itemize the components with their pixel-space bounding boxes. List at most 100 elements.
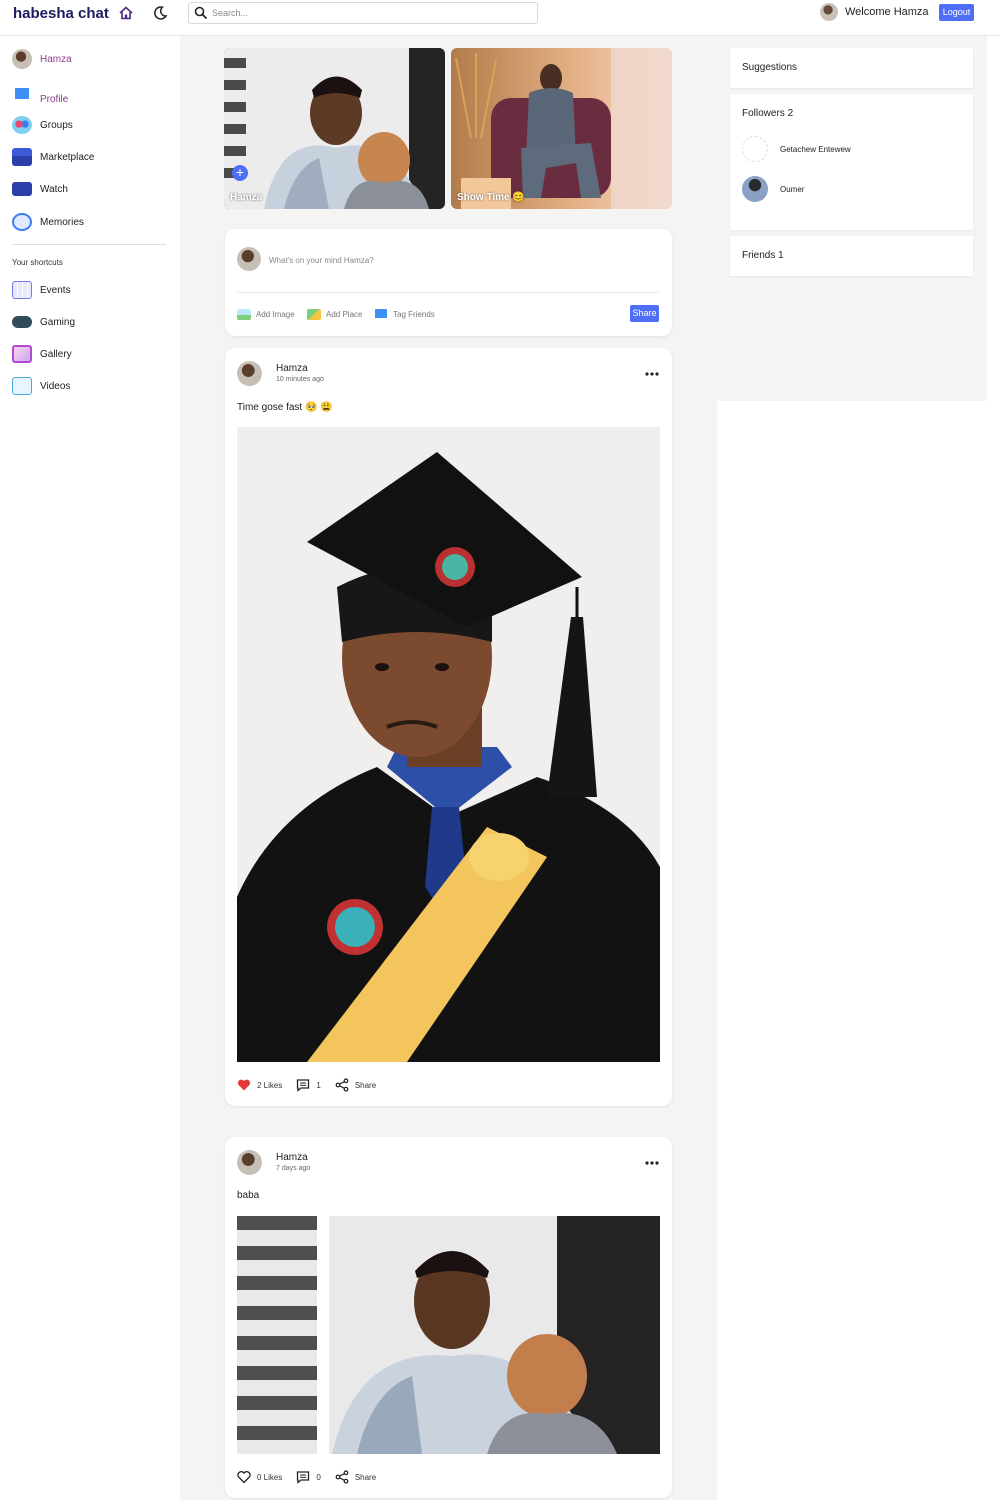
shortcut-label: Gaming [40,316,76,328]
follower-item[interactable]: Oumer [742,176,804,202]
sidebar-item-label: Groups [40,119,73,131]
story-show-time[interactable]: Show Time 😊 [451,48,672,209]
composer-avatar [237,247,261,271]
follower-name: Getachew Entewew [780,144,851,154]
followers-title: Followers 2 [742,108,794,119]
post-composer: Add Image Add Place Tag Friends Share [225,229,672,336]
suggestions-title: Suggestions [742,62,798,73]
comment-count: 1 [316,1080,321,1090]
sidebar-item-profile[interactable]: Profile [12,84,68,106]
selfie-photo [237,1216,660,1454]
followers-panel: Followers 2 Getachew Entewew Oumer [730,94,973,230]
post-avatar[interactable] [237,1150,262,1175]
tag-friends-icon [374,308,388,320]
comment-icon [297,1079,310,1092]
welcome-text: Welcome Hamza [845,6,929,18]
sidebar-item-label: Marketplace [40,151,95,163]
marketplace-icon [12,148,32,166]
story-name: Hamza [230,192,263,203]
share-post-button[interactable]: Share [335,1078,376,1092]
shortcut-gaming[interactable]: Gaming [12,311,75,333]
composer-divider [237,292,659,293]
follower-avatar [742,176,768,202]
search-input[interactable] [212,5,532,21]
story-name: Show Time 😊 [457,192,525,203]
share-post-button[interactable]: Share [335,1470,376,1484]
sidebar-item-groups[interactable]: Groups [12,114,73,136]
story-photo [224,48,445,209]
shortcut-label: Videos [40,380,71,392]
follower-name: Oumer [780,184,805,194]
sidebar-item-label: Watch [40,183,68,195]
follower-avatar [742,136,768,162]
post-card: Hamza 7 days ago baba 0 Likes 0 Share [225,1137,672,1498]
post-image[interactable] [237,427,660,1062]
post-author[interactable]: Hamza [276,363,308,374]
add-place-button[interactable]: Add Place [307,307,362,321]
shortcut-label: Gallery [40,348,72,360]
like-button[interactable]: 2 Likes [237,1078,282,1092]
comment-button[interactable]: 0 [296,1470,321,1484]
sidebar-item-label: Profile [40,93,69,105]
sidebar-item-label: Memories [40,216,84,228]
watch-icon [12,182,32,196]
friends-panel: Friends 1 [730,236,973,276]
shortcut-gallery[interactable]: Gallery [12,343,72,365]
post-text: Time gose fast 🥺 😩 [237,402,333,413]
comment-count: 0 [316,1472,321,1482]
profile-icon [12,86,32,104]
add-place-label: Add Place [326,309,363,319]
user-avatar-icon [12,49,32,69]
story-hamza[interactable]: + Hamza [224,48,445,209]
app-logo[interactable]: habesha chat [13,5,109,22]
add-story-button[interactable]: + [232,165,248,181]
more-options-icon[interactable] [645,1160,659,1166]
post-author[interactable]: Hamza [276,1152,308,1163]
share-button[interactable]: Share [630,305,659,322]
like-count: 0 Likes [257,1472,283,1482]
left-sidebar: Hamza Profile Groups Marketplace Watch M… [0,36,180,1500]
top-navbar: habesha chat Welcome Hamza Logout [0,0,1000,36]
tag-friends-label: Tag Friends [393,309,435,319]
sidebar-item-watch[interactable]: Watch [12,178,68,200]
add-image-button[interactable]: Add Image [237,307,295,321]
sidebar-divider [12,244,166,245]
shortcut-events[interactable]: Events [12,279,71,301]
videos-icon [12,377,32,395]
post-time: 7 days ago [276,1165,311,1172]
composer-input[interactable] [269,252,649,268]
search-box [188,2,538,24]
home-icon[interactable] [118,5,134,21]
tag-friends-button[interactable]: Tag Friends [374,307,435,321]
moon-icon[interactable] [152,5,168,21]
groups-icon [12,116,32,134]
post-card: Hamza 10 minutes ago Time gose fast 🥺 😩 [225,348,672,1106]
graduation-photo [237,427,660,1062]
share-label: Share [354,1080,377,1090]
follower-item[interactable]: Getachew Entewew [742,136,851,162]
share-icon [335,1470,349,1484]
user-avatar[interactable] [820,3,838,21]
post-text: baba [237,1190,260,1201]
post-time: 10 minutes ago [276,376,324,383]
gallery-icon [12,345,32,363]
more-options-icon[interactable] [645,371,659,377]
shortcut-videos[interactable]: Videos [12,375,70,397]
gaming-icon [12,316,32,328]
shortcuts-title: Your shortcuts [12,258,63,267]
like-button[interactable]: 0 Likes [237,1470,282,1484]
sidebar-item-hamza[interactable]: Hamza [12,48,72,70]
post-avatar[interactable] [237,361,262,386]
search-icon [194,6,208,20]
image-icon [237,308,251,320]
logout-button[interactable]: Logout [939,4,974,21]
sidebar-item-marketplace[interactable]: Marketplace [12,146,94,168]
share-icon [335,1078,349,1092]
sidebar-item-memories[interactable]: Memories [12,211,84,233]
comment-icon [297,1471,310,1484]
shortcut-label: Events [40,284,71,296]
heart-filled-icon [237,1079,251,1091]
comment-button[interactable]: 1 [296,1078,321,1092]
post-image[interactable] [237,1216,660,1454]
friends-title: Friends 1 [742,250,784,261]
